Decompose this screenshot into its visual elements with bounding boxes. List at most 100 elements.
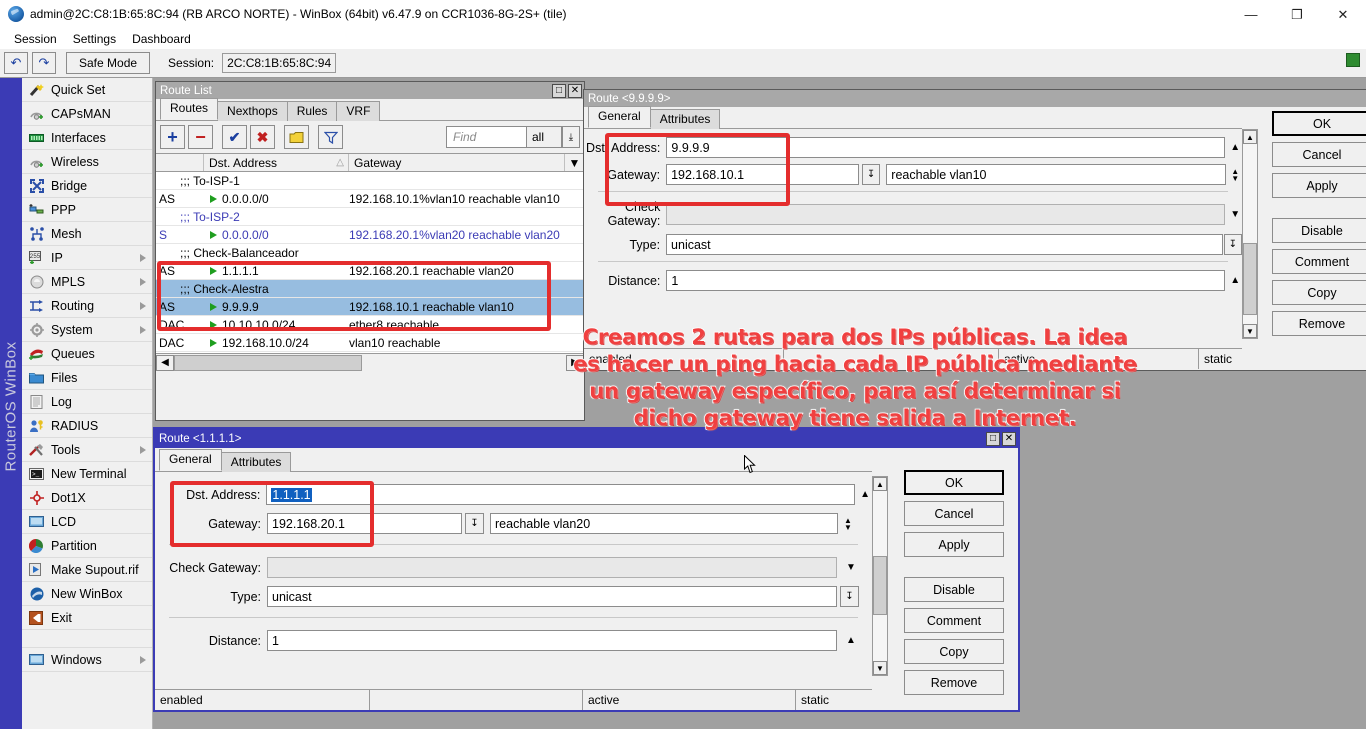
undo-icon[interactable]: ↶ — [4, 52, 28, 74]
tab-vrf[interactable]: VRF — [336, 101, 380, 121]
type-input-1111[interactable]: unicast — [267, 586, 837, 607]
chevron-down-icon[interactable]: ⤓ — [562, 126, 580, 148]
gateway-dropdown-icon-1111[interactable]: ↧ — [465, 513, 484, 534]
hscroll-thumb[interactable] — [174, 355, 362, 371]
route-9999-titlebar[interactable]: Route <9.9.9.9> — [584, 90, 1366, 107]
type-input-9999[interactable]: unicast — [666, 234, 1223, 255]
filter-icon[interactable] — [318, 125, 343, 149]
sidebar-item-log[interactable]: Log — [22, 390, 152, 414]
route-1111-titlebar[interactable]: Route <1.1.1.1> □ ✕ — [155, 429, 1018, 448]
restore-icon[interactable]: □ — [552, 84, 566, 98]
tab-rules[interactable]: Rules — [287, 101, 338, 121]
add-route-button[interactable]: + — [160, 125, 185, 149]
type-dropdown-icon-9999[interactable]: ↧ — [1224, 234, 1242, 255]
copy-button[interactable]: Copy — [904, 639, 1004, 664]
check-gateway-input-9999[interactable] — [666, 204, 1225, 225]
tab-routes[interactable]: Routes — [160, 98, 218, 120]
column-dst-address[interactable]: Dst. Address △ — [204, 154, 349, 171]
filter-scope-select[interactable]: all — [526, 126, 562, 148]
session-value[interactable]: 2C:C8:1B:65:8C:94 — [222, 53, 336, 73]
comment-button[interactable]: Comment — [904, 608, 1004, 633]
apply-button[interactable]: Apply — [904, 532, 1004, 557]
sidebar-item-partition[interactable]: Partition — [22, 534, 152, 558]
sidebar-item-mpls[interactable]: MPLS — [22, 270, 152, 294]
sidebar-item-quick-set[interactable]: Quick Set — [22, 78, 152, 102]
vscroll-thumb[interactable] — [873, 556, 887, 616]
comment-button[interactable]: Comment — [1272, 249, 1366, 274]
sidebar-item-radius[interactable]: RADIUS — [22, 414, 152, 438]
dst-address-input-1111[interactable]: 1.1.1.1 — [266, 484, 855, 505]
find-input[interactable]: Find — [446, 126, 528, 148]
menu-dashboard[interactable]: Dashboard — [124, 30, 199, 48]
distance-spinner-up-1111[interactable]: ▲ — [844, 630, 858, 651]
tab-nexthops[interactable]: Nexthops — [217, 101, 288, 121]
sidebar-item-wireless[interactable]: Wireless — [22, 150, 152, 174]
disable-route-button[interactable]: ✖ — [250, 125, 275, 149]
cancel-button[interactable]: Cancel — [1272, 142, 1366, 167]
route-comment-row[interactable]: ;;; Check-Alestra — [156, 280, 584, 298]
table-row[interactable]: AS0.0.0.0/0192.168.10.1%vlan10 reachable… — [156, 190, 584, 208]
sidebar-item-routing[interactable]: Routing — [22, 294, 152, 318]
sidebar-item-mesh[interactable]: Mesh — [22, 222, 152, 246]
disable-button[interactable]: Disable — [1272, 218, 1366, 243]
column-gateway[interactable]: Gateway — [349, 154, 564, 171]
sidebar-item-queues[interactable]: Queues — [22, 342, 152, 366]
sidebar-item-ip[interactable]: 255IP — [22, 246, 152, 270]
route-9999-vscrollbar[interactable]: ▲ ▼ — [1242, 129, 1258, 339]
close-icon[interactable]: ✕ — [1320, 0, 1366, 28]
gateway-dropdown-icon-9999[interactable]: ↧ — [862, 164, 880, 185]
gateway-spinner-1111[interactable]: ▲▼ — [841, 513, 855, 534]
distance-spinner-up-9999[interactable]: ▲ — [1228, 270, 1242, 291]
tab-general[interactable]: General — [159, 449, 222, 471]
close-icon[interactable]: ✕ — [568, 84, 582, 98]
sidebar-item-exit[interactable]: Exit — [22, 606, 152, 630]
vscroll-track[interactable] — [873, 491, 887, 661]
sidebar-item-tools[interactable]: Tools — [22, 438, 152, 462]
sidebar-item-ppp[interactable]: PPP — [22, 198, 152, 222]
vscroll-thumb[interactable] — [1243, 243, 1257, 315]
sidebar-item-new-winbox[interactable]: New WinBox — [22, 582, 152, 606]
dst-address-spinner-up-9999[interactable]: ▲ — [1228, 137, 1242, 158]
dst-address-spinner-up-1111[interactable]: ▲ — [858, 484, 872, 505]
tab-general[interactable]: General — [588, 106, 651, 128]
table-row[interactable]: S0.0.0.0/0192.168.20.1%vlan20 reachable … — [156, 226, 584, 244]
sidebar-item-system[interactable]: System — [22, 318, 152, 342]
distance-input-1111[interactable]: 1 — [267, 630, 837, 651]
scroll-down-icon[interactable]: ▼ — [873, 661, 887, 675]
remove-button[interactable]: Remove — [904, 670, 1004, 695]
gateway-spinner-9999[interactable]: ▲▼ — [1229, 164, 1242, 185]
ok-button[interactable]: OK — [1272, 111, 1366, 136]
route-comment-row[interactable]: ;;; Check-Balanceador — [156, 244, 584, 262]
check-gateway-dropdown-icon-9999[interactable]: ▼ — [1228, 204, 1242, 225]
vscroll-track[interactable] — [1243, 144, 1257, 324]
gateway-input-1111[interactable]: 192.168.20.1 — [267, 513, 462, 534]
route-1111-vscrollbar[interactable]: ▲ ▼ — [872, 476, 888, 676]
tab-attributes[interactable]: Attributes — [221, 452, 292, 472]
check-gateway-input-1111[interactable] — [267, 557, 837, 578]
column-menu-icon[interactable]: ▼ — [564, 154, 584, 171]
maximize-icon[interactable]: ❐ — [1274, 0, 1320, 28]
disable-button[interactable]: Disable — [904, 577, 1004, 602]
sidebar-item-files[interactable]: Files — [22, 366, 152, 390]
sidebar-item-capsman[interactable]: CAPsMAN — [22, 102, 152, 126]
dst-address-input-9999[interactable]: 9.9.9.9 — [666, 137, 1225, 158]
close-icon[interactable]: ✕ — [1002, 432, 1016, 446]
scroll-up-icon[interactable]: ▲ — [873, 477, 887, 491]
comment-icon[interactable] — [284, 125, 309, 149]
safe-mode-button[interactable]: Safe Mode — [66, 52, 150, 74]
menu-session[interactable]: Session — [6, 30, 65, 48]
scroll-left-icon[interactable]: ◀ — [156, 355, 174, 371]
ok-button[interactable]: OK — [904, 470, 1004, 495]
copy-button[interactable]: Copy — [1272, 280, 1366, 305]
remove-route-button[interactable]: − — [188, 125, 213, 149]
sidebar-item-lcd[interactable]: LCD — [22, 510, 152, 534]
redo-icon[interactable]: ↷ — [32, 52, 56, 74]
sidebar-item-interfaces[interactable]: Interfaces — [22, 126, 152, 150]
sidebar-item-make-supout-rif[interactable]: Make Supout.rif — [22, 558, 152, 582]
route-comment-row[interactable]: ;;; To-ISP-1 — [156, 172, 584, 190]
type-dropdown-icon-1111[interactable]: ↧ — [840, 586, 859, 607]
sidebar-item-new-terminal[interactable]: >_New Terminal — [22, 462, 152, 486]
check-gateway-dropdown-icon-1111[interactable]: ▼ — [844, 557, 858, 578]
enable-route-button[interactable]: ✔ — [222, 125, 247, 149]
route-list-titlebar[interactable]: Route List □ ✕ — [156, 82, 584, 99]
